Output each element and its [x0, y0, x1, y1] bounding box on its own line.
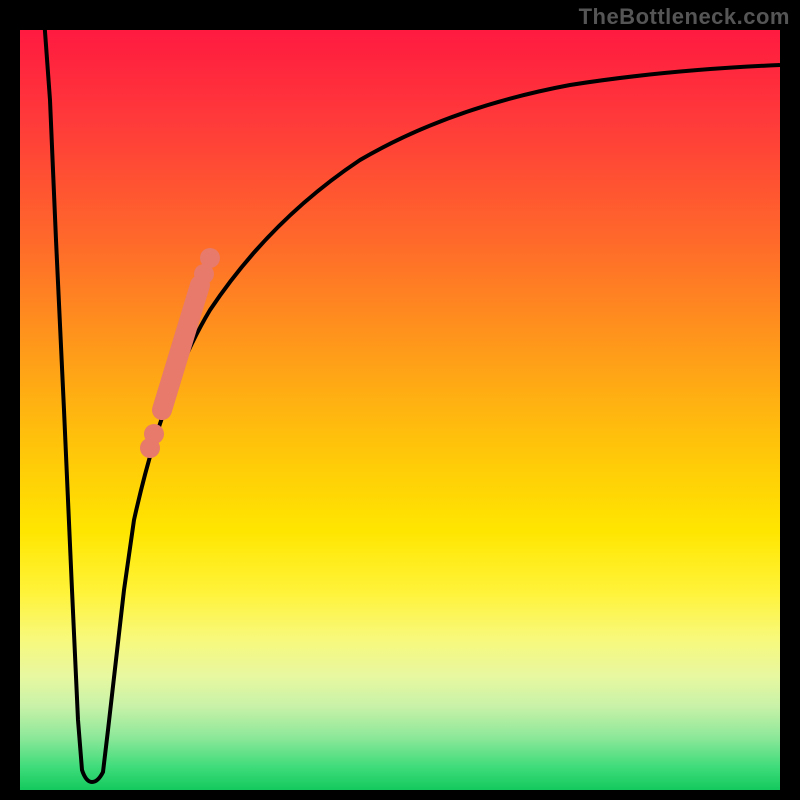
highlight-segment	[162, 285, 200, 410]
plot-area	[20, 30, 780, 790]
highlight-dot	[144, 424, 164, 444]
curve-svg	[20, 30, 780, 790]
chart-frame: TheBottleneck.com	[0, 0, 800, 800]
highlight-dot	[200, 248, 220, 268]
watermark-label: TheBottleneck.com	[579, 4, 790, 30]
